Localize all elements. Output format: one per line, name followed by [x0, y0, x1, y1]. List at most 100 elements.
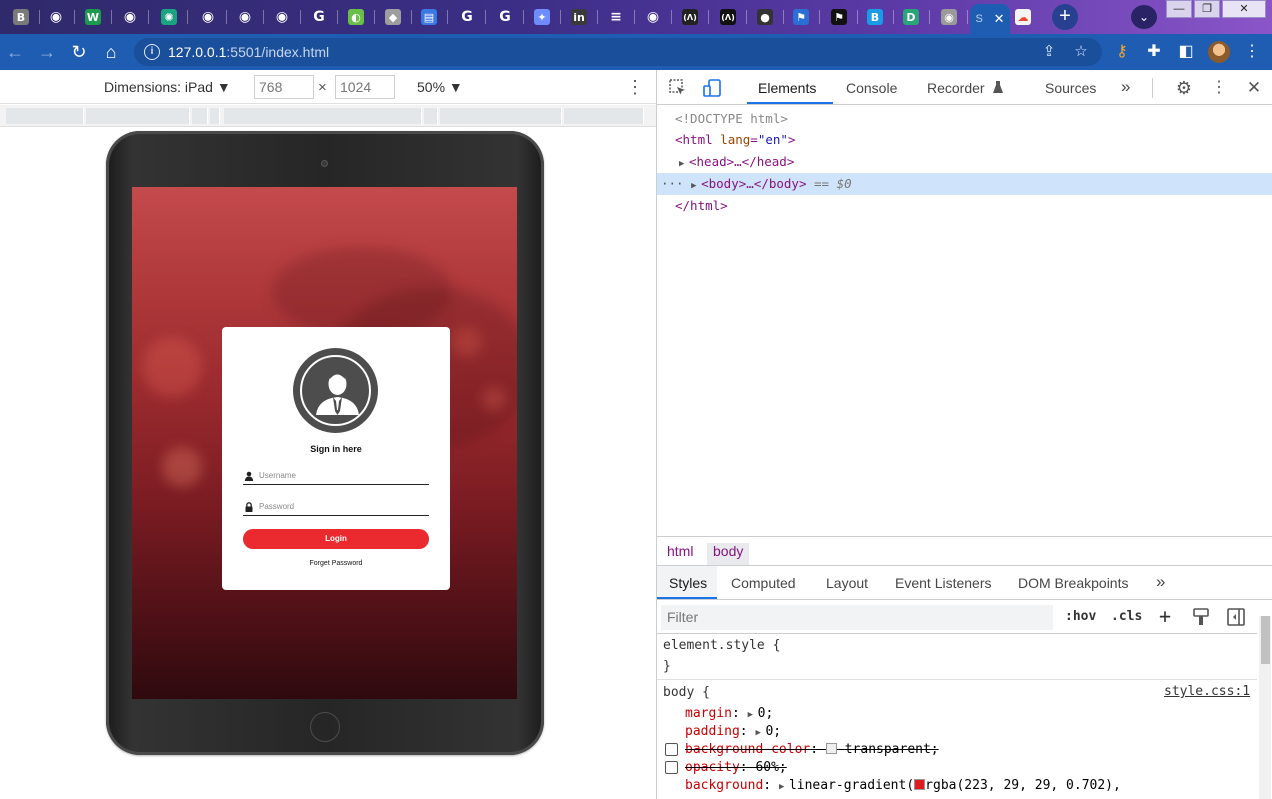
browser-tab[interactable]: G — [454, 5, 486, 29]
bookmark-star-icon[interactable]: ☆ — [1072, 43, 1090, 61]
login-button[interactable]: Login — [243, 529, 429, 549]
forward-button[interactable]: → — [35, 40, 59, 64]
site-info-icon[interactable]: i — [144, 44, 160, 60]
css-property[interactable]: background: ▶ linear-gradient(rgba(223, 2… — [685, 777, 1121, 795]
browser-menu-icon[interactable]: ⋮ — [1242, 42, 1262, 62]
css-property[interactable]: padding: ▶ 0; — [685, 723, 781, 741]
device-toggle-icon[interactable] — [701, 77, 723, 99]
media-query-segment[interactable] — [86, 108, 190, 124]
browser-tab[interactable]: ◉ — [195, 5, 227, 29]
back-button[interactable]: ← — [3, 40, 27, 64]
password-field[interactable]: Password — [243, 499, 429, 516]
tab-styles[interactable]: Styles — [669, 575, 707, 591]
styles-scrollbar[interactable] — [1259, 616, 1271, 799]
media-query-bar[interactable] — [0, 105, 656, 127]
dom-node-doctype[interactable]: <!DOCTYPE html> — [657, 108, 1272, 130]
tab-computed[interactable]: Computed — [731, 575, 796, 591]
breadcrumb-html[interactable]: html — [661, 543, 699, 565]
extensions-puzzle-icon[interactable]: ✚ — [1144, 42, 1164, 62]
minimize-button[interactable]: — — [1166, 0, 1192, 18]
device-height-input[interactable]: 1024 — [335, 75, 395, 99]
tab-elements[interactable]: Elements — [758, 80, 816, 96]
cls-toggle[interactable]: .cls — [1111, 609, 1142, 624]
close-devtools-icon[interactable]: ✕ — [1243, 77, 1265, 99]
browser-tab[interactable]: ◉ — [232, 5, 264, 29]
browser-tab[interactable]: ◉ — [269, 5, 301, 29]
media-query-segment[interactable] — [6, 108, 84, 124]
zoom-select[interactable]: 50% ▼ — [417, 79, 463, 95]
expand-triangle-icon[interactable]: ▶ — [779, 778, 789, 796]
more-tabs-icon[interactable]: » — [1156, 572, 1165, 592]
expand-triangle-icon[interactable]: ▶ — [691, 175, 701, 197]
tab-layout[interactable]: Layout — [826, 575, 868, 591]
browser-tab[interactable]: G — [492, 5, 524, 29]
browser-tab[interactable]: ▤ — [416, 5, 448, 29]
styles-filter-input[interactable]: Filter — [661, 605, 1053, 630]
tab-sources[interactable]: Sources — [1045, 80, 1096, 96]
media-query-segment[interactable] — [564, 108, 644, 124]
device-more-icon[interactable]: ⋮ — [626, 77, 644, 98]
close-window-button[interactable]: ✕ — [1222, 0, 1266, 18]
device-dimensions-select[interactable]: Dimensions: iPad ▼ — [104, 79, 231, 95]
browser-tab[interactable]: (Λ) — [715, 5, 747, 29]
forgot-password-link[interactable]: Forget Password — [222, 560, 450, 567]
hov-toggle[interactable]: :hov — [1065, 609, 1096, 624]
expand-triangle-icon[interactable]: ▶ — [679, 153, 689, 175]
browser-tab[interactable]: in — [566, 5, 598, 29]
reload-button[interactable]: ↻ — [67, 40, 91, 64]
browser-tab[interactable]: ✺ — [156, 5, 188, 29]
username-field[interactable]: Username — [243, 468, 429, 485]
media-query-segment[interactable] — [224, 108, 422, 124]
media-query-segment[interactable] — [424, 108, 438, 124]
browser-tab[interactable]: G — [306, 5, 338, 29]
css-property[interactable]: background-color: transparent; — [685, 741, 939, 759]
browser-tab[interactable]: ⚑ — [826, 5, 858, 29]
home-button[interactable]: ⌂ — [99, 40, 123, 64]
side-panel-icon[interactable]: ◧ — [1176, 42, 1196, 62]
tab-recorder[interactable]: Recorder — [927, 80, 985, 96]
css-property[interactable]: opacity: 60%; — [685, 759, 787, 777]
css-property[interactable]: margin: ▶ 0; — [685, 705, 773, 723]
property-checkbox[interactable] — [665, 761, 678, 774]
element-style-selector[interactable]: element.style { — [663, 637, 780, 655]
tab[interactable]: ☁ — [1010, 5, 1036, 29]
source-link[interactable]: style.css:1 — [1164, 684, 1250, 699]
dom-node-head[interactable]: ▶ <head>…</head> — [657, 151, 1272, 173]
tab-console[interactable]: Console — [846, 80, 897, 96]
browser-tab[interactable]: ● — [752, 5, 784, 29]
browser-tab[interactable]: B — [862, 5, 894, 29]
media-query-segment[interactable] — [192, 108, 208, 124]
media-query-segment[interactable] — [440, 108, 562, 124]
new-rule-plus-icon[interactable]: + — [1159, 604, 1171, 628]
tab-search-button[interactable]: ⌄ — [1131, 5, 1157, 29]
browser-tab[interactable]: ✦ — [529, 5, 561, 29]
browser-tab[interactable]: ◉ — [936, 5, 968, 29]
url-text[interactable]: 127.0.0.1:5501/index.html — [168, 44, 329, 60]
inspect-element-icon[interactable] — [667, 77, 689, 99]
browser-tab[interactable]: ◆ — [380, 5, 412, 29]
media-query-segment[interactable] — [210, 108, 220, 124]
profile-avatar[interactable] — [1208, 41, 1230, 63]
device-width-input[interactable]: 768 — [254, 75, 314, 99]
property-checkbox[interactable] — [665, 743, 678, 756]
browser-tab[interactable]: ◉ — [43, 5, 75, 29]
scrollbar-thumb[interactable] — [1261, 616, 1270, 664]
browser-tab[interactable]: ◉ — [640, 5, 672, 29]
ellipsis-icon[interactable]: ··· — [661, 176, 684, 191]
close-icon[interactable]: ✕ — [994, 11, 1005, 27]
key-extension-icon[interactable]: ⚷ — [1112, 42, 1132, 62]
expand-triangle-icon[interactable]: ▶ — [755, 724, 765, 742]
tab-dom-breakpoints[interactable]: DOM Breakpoints — [1018, 575, 1128, 591]
expand-triangle-icon[interactable]: ▶ — [748, 706, 758, 724]
devtools-menu-icon[interactable]: ⋮ — [1208, 77, 1230, 99]
dom-node-html-close[interactable]: </html> — [657, 195, 1272, 217]
new-tab-button[interactable]: + — [1052, 4, 1078, 30]
browser-tab[interactable]: B — [8, 5, 40, 29]
share-icon[interactable]: ⇪ — [1040, 43, 1058, 61]
browser-tab[interactable]: ≡ — [603, 5, 635, 29]
omnibox[interactable]: i 127.0.0.1:5501/index.html ⇪ ☆ — [134, 38, 1102, 66]
body-selector[interactable]: body { — [663, 684, 710, 702]
browser-tab[interactable]: ◐ — [343, 5, 375, 29]
browser-tab[interactable]: ◉ — [117, 5, 149, 29]
browser-tab[interactable]: (Λ) — [677, 5, 709, 29]
